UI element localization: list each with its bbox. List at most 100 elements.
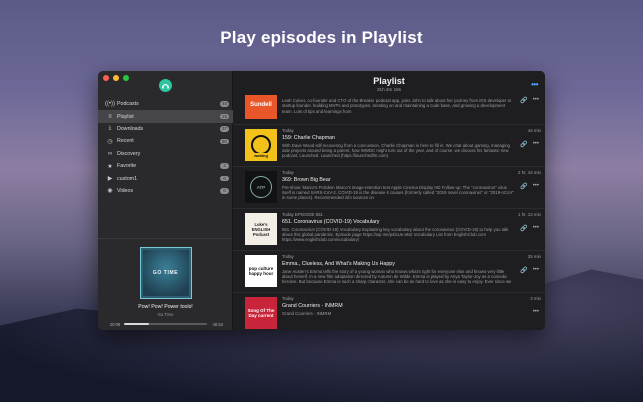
episode-date: Today — [282, 254, 294, 259]
link-icon[interactable]: 🔗 — [520, 267, 527, 274]
close-button[interactable] — [103, 75, 109, 81]
app-logo-icon — [159, 79, 172, 92]
episode-artwork: Sundell — [245, 95, 277, 119]
more-icon[interactable]: ••• — [533, 225, 539, 232]
sidebar-item-recent[interactable]: ◷ Recent 80 — [98, 135, 233, 147]
count-badge: 48 — [220, 101, 229, 107]
count-badge: 29 — [220, 113, 229, 120]
episode-description: Leah Culver, co-founder and CTO of the B… — [282, 98, 512, 114]
link-icon[interactable]: 🔗 — [520, 225, 527, 232]
artwork-text: GO TIME — [152, 270, 179, 276]
sidebar-nav: ((•)) Podcasts 48 ≡ Playlist 29 ⤓ Downlo… — [98, 98, 233, 197]
artwork-text: ATP — [256, 184, 266, 190]
progress-track[interactable] — [124, 323, 207, 325]
link-icon[interactable]: 🔗 — [520, 141, 527, 148]
episode-description: Jane Austen's Emma tells the story of a … — [282, 268, 512, 286]
episode-artwork: waiting — [245, 129, 277, 161]
episode-artwork: ATP — [245, 171, 277, 203]
discovery-icon: ∞ — [107, 150, 113, 157]
episode-artwork: Luke's ENGLISH Podcast — [245, 213, 277, 245]
sidebar-item-custom1[interactable]: ▶ custom1 0 — [98, 172, 233, 184]
episode-duration: 3 min — [530, 296, 541, 301]
progress-fill — [124, 323, 149, 325]
play-circle-icon: ▶ — [107, 176, 113, 183]
episode-description: Grand Courriers - INMRM — [282, 310, 332, 316]
more-icon[interactable]: ••• — [533, 183, 539, 190]
episode-row[interactable]: Song Of The Day current Today 3 min Grand… — [233, 293, 545, 330]
episode-date: Today — [282, 296, 294, 301]
episode-date: Today — [282, 128, 294, 133]
episode-date: Today EPISODE 651 — [282, 212, 324, 217]
count-badge: 2 — [220, 163, 229, 169]
more-options-button[interactable]: ••• — [531, 80, 538, 89]
app-window: ((•)) Podcasts 48 ≡ Playlist 29 ⤓ Downlo… — [98, 71, 545, 330]
count-badge: 0 — [220, 188, 229, 194]
sidebar-item-label: Recent — [117, 138, 134, 145]
sidebar-item-label: Favorite — [117, 163, 137, 170]
sidebar-item-discovery[interactable]: ∞ Discovery — [98, 148, 233, 160]
page-title: Playlist — [373, 76, 405, 86]
episode-title: 651. Coronavirus (COVID-19) Vocabulary — [282, 218, 380, 225]
zoom-button[interactable] — [123, 75, 129, 81]
episode-row[interactable]: Luke's ENGLISH Podcast Today EPISODE 651… — [233, 209, 545, 251]
episode-list: Sundell Leah Culver, co-founder and CTO … — [233, 95, 545, 330]
star-icon: ★ — [107, 163, 113, 170]
sidebar-item-favorite[interactable]: ★ Favorite 2 — [98, 160, 233, 172]
sidebar-item-podcasts[interactable]: ((•)) Podcasts 48 — [98, 98, 233, 110]
minimize-button[interactable] — [113, 75, 119, 81]
download-icon: ⤓ — [108, 125, 112, 132]
episode-date: Today — [282, 170, 294, 175]
more-icon[interactable]: ••• — [533, 309, 539, 315]
episode-row[interactable]: Sundell Leah Culver, co-founder and CTO … — [233, 95, 545, 125]
episode-duration: 44 min — [527, 128, 541, 133]
episode-title: 369: Brown Big Bear — [282, 176, 331, 183]
now-playing-artwork[interactable]: GO TIME — [139, 247, 192, 299]
total-duration: 31h 3m 18s — [376, 87, 401, 92]
now-playing-podcast: Go Time — [157, 312, 174, 317]
episode-artwork: pop culture happy hour — [245, 255, 277, 287]
elapsed-time: 20:08 — [109, 321, 121, 327]
now-playing-panel: GO TIME Pow! Pow! Power tools! Go Time 2… — [98, 247, 233, 327]
sidebar-item-label: custom1 — [117, 175, 138, 182]
artwork-text: waiting — [254, 153, 268, 158]
sidebar-item-label: Podcasts — [117, 101, 139, 108]
sidebar-item-label: Videos — [117, 187, 134, 194]
sidebar: ((•)) Podcasts 48 ≡ Playlist 29 ⤓ Downlo… — [98, 71, 233, 330]
sidebar-item-label: Playlist — [117, 113, 134, 120]
count-badge: 0 — [220, 175, 229, 182]
playback-progress[interactable]: 20:08 46:53 — [108, 320, 223, 328]
video-icon: ◉ — [107, 188, 113, 195]
episode-title: Grand Courriers - INMRM — [282, 302, 343, 309]
episode-row[interactable]: waiting Today 44 min 159: Charlie Chapman… — [233, 125, 545, 167]
remaining-time: 46:53 — [212, 321, 223, 327]
sidebar-divider — [98, 238, 232, 239]
podcast-icon: ((•)) — [104, 101, 116, 108]
count-badge: 37 — [220, 126, 229, 132]
now-playing-title: Pow! Pow! Power tools! — [138, 304, 193, 310]
episode-artwork: Song Of The Day current — [245, 297, 277, 329]
link-icon[interactable]: 🔗 — [520, 183, 527, 190]
artwork-text: pop culture happy hour — [248, 266, 274, 276]
more-icon[interactable]: ••• — [533, 97, 539, 104]
episode-description: 651. Coronavirus (COVID-19) Vocabulary E… — [282, 226, 509, 243]
episode-duration: 1 hr, 13 min — [518, 212, 541, 217]
sidebar-item-downloads[interactable]: ⤓ Downloads 37 — [98, 123, 233, 135]
window-controls — [103, 75, 129, 81]
more-icon[interactable]: ••• — [533, 141, 539, 148]
sidebar-item-label: Downloads — [117, 125, 144, 132]
episode-title: Emma., Clueless, And What's Making Us Ha… — [282, 260, 395, 267]
episode-row[interactable]: ATP Today 2 hr, 16 min 369: Brown Big Bea… — [233, 167, 545, 209]
episode-duration: 2 hr, 16 min — [518, 170, 541, 175]
artwork-text: Luke's ENGLISH Podcast — [251, 221, 271, 237]
episode-description: With Dave Wood still recovering from a c… — [282, 142, 510, 159]
sidebar-item-label: Discovery — [117, 150, 141, 157]
artwork-text: Sundell — [250, 102, 272, 108]
clock-icon: ◷ — [107, 138, 113, 145]
sidebar-item-playlist[interactable]: ≡ Playlist 29 — [98, 110, 233, 123]
count-badge: 80 — [220, 138, 229, 145]
episode-row[interactable]: pop culture happy hour Today 25 min Emma.… — [233, 251, 545, 293]
sidebar-item-videos[interactable]: ◉ Videos 0 — [98, 185, 233, 197]
more-icon[interactable]: ••• — [533, 267, 539, 274]
marketing-headline: Play episodes in Playlist — [220, 28, 423, 47]
link-icon[interactable]: 🔗 — [520, 97, 527, 104]
